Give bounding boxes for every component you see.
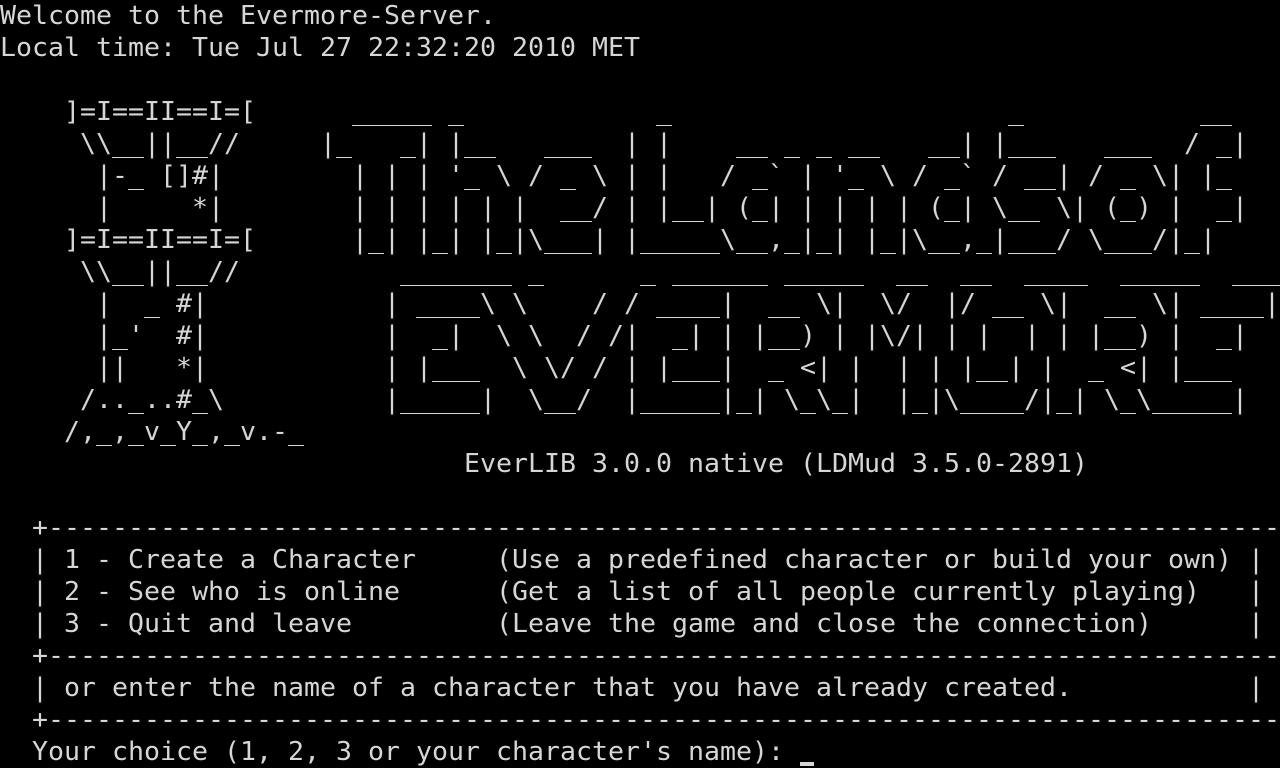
menu-border: +---------------------------------------… xyxy=(0,513,1280,543)
menu-border: +---------------------------------------… xyxy=(0,705,1280,735)
ascii-art-line: /.._..#_\ |_____| \__/ |_____|_| \_\_| |… xyxy=(0,385,1248,415)
choice-prompt[interactable]: Your choice (1, 2, 3 or your character's… xyxy=(0,736,800,768)
menu-option-create-character: | 1 - Create a Character (Use a predefin… xyxy=(0,545,1264,575)
ascii-art-line: ]=I==II==I=[ |_| |_| |_|\___| |_____\__,… xyxy=(0,225,1216,255)
menu-option-quit: | 3 - Quit and leave (Leave the game and… xyxy=(0,609,1264,639)
menu-option-who-online: | 2 - See who is online (Get a list of a… xyxy=(0,577,1264,607)
ascii-art-line: |_' #| | _| \ \ / /| _| | |__) | |\/| | … xyxy=(0,321,1248,351)
ascii-art-line: |-_ []#| | | | '_ \ / _ \ | | / _` | '_ … xyxy=(0,161,1232,191)
ascii-art-line: \\__||__// _______ _ _ ______ _____ __ _… xyxy=(0,257,1280,287)
ascii-art-line: /,_,_v_Y_,_v.-_ xyxy=(0,417,305,447)
version-line: EverLIB 3.0.0 native (LDMud 3.5.0-2891) xyxy=(0,449,1088,479)
ascii-art-line: | *| | | | | | | __/ | |__| (_| | | | | … xyxy=(0,193,1248,223)
menu-border: +---------------------------------------… xyxy=(0,641,1280,671)
ascii-art-line: || *| | |___ \ \/ / | |___| _ <| | | | |… xyxy=(0,353,1232,383)
terminal-screen[interactable]: Welcome to the Evermore-Server. Local ti… xyxy=(0,0,1280,768)
text-cursor xyxy=(800,762,814,766)
ascii-art-line: ]=I==II==I=[ _____ _ _ _ __ xyxy=(0,97,1232,127)
terminal-line: Welcome to the Evermore-Server. xyxy=(0,1,497,31)
ascii-art-line: \\__||__// |_ _| |__ ___ | | __ _ _ __ _… xyxy=(0,129,1248,159)
menu-existing-character-hint: | or enter the name of a character that … xyxy=(0,673,1264,703)
ascii-art-line: | _ #| | ____\ \ / / ____| __ \| \/ |/ _… xyxy=(0,289,1280,319)
terminal-line: Local time: Tue Jul 27 22:32:20 2010 MET xyxy=(0,33,641,63)
